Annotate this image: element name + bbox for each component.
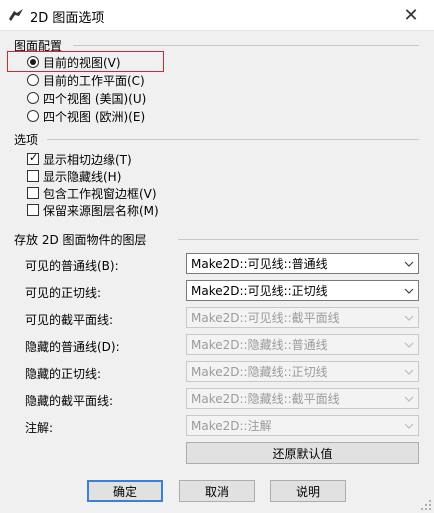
radio-current-cplane[interactable]: 目前的工作平面(C) <box>27 72 145 88</box>
rhino-app-icon <box>9 9 23 21</box>
chevron-down-icon <box>400 308 418 327</box>
chevron-down-icon <box>400 389 418 408</box>
close-button[interactable]: ✕ <box>388 0 434 30</box>
close-icon: ✕ <box>403 4 419 26</box>
dropdown-value: Make2D::可见线::普通线 <box>191 257 328 271</box>
hidden-tangent-line-layer-select: Make2D::隐藏线::正切线 <box>186 361 419 382</box>
checkbox-label: 保留来源图层名称(M) <box>43 203 159 218</box>
checkbox-box <box>27 204 39 216</box>
hidden-section-line-layer-select: Make2D::隐藏线::截平面线 <box>186 388 419 409</box>
radio-four-views-us[interactable]: 四个视图 (美国)(U) <box>27 90 146 106</box>
checkbox-label: 显示相切边缘(T) <box>43 152 132 167</box>
visible-normal-line-layer-select[interactable]: Make2D::可见线::普通线 <box>186 253 419 274</box>
check-icon: ✓ <box>29 151 39 164</box>
layer-row-label: 可见的正切线: <box>25 286 102 300</box>
dropdown-value: Make2D::注解 <box>191 419 272 433</box>
help-button[interactable]: 说明 <box>270 480 346 502</box>
title-bar: 2D 图面选项 ✕ <box>0 0 434 31</box>
options-group-divider <box>47 139 419 140</box>
radio-four-views-eu[interactable]: 四个视图 (欧洲)(E) <box>27 108 145 124</box>
dropdown-value: Make2D::可见线::正切线 <box>191 284 328 298</box>
layers-group-label: 存放 2D 图面物件的图层 <box>14 233 147 247</box>
radio-indicator <box>27 92 39 104</box>
check-show-tangent-edges[interactable]: ✓ 显示相切边缘(T) <box>27 151 132 167</box>
radio-label: 目前的视图(V) <box>43 55 121 70</box>
layout-group-divider <box>73 45 419 46</box>
dropdown-value: Make2D::隐藏线::截平面线 <box>191 392 340 406</box>
checkbox-box <box>27 187 39 199</box>
check-show-hidden-lines[interactable]: 显示隐藏线(H) <box>27 168 121 184</box>
layer-row-label: 注解: <box>25 421 54 435</box>
dropdown-value: Make2D::隐藏线::正切线 <box>191 365 328 379</box>
layer-row-label: 可见的截平面线: <box>25 313 114 327</box>
dropdown-value: Make2D::隐藏线::普通线 <box>191 338 328 352</box>
visible-section-line-layer-select: Make2D::可见线::截平面线 <box>186 307 419 328</box>
chevron-down-icon <box>400 416 418 435</box>
window-title: 2D 图面选项 <box>30 11 105 26</box>
chevron-down-icon <box>400 335 418 354</box>
radio-label: 四个视图 (美国)(U) <box>43 91 147 106</box>
cancel-button[interactable]: 取消 <box>179 480 255 502</box>
layer-row-label: 可见的普通线(B): <box>25 259 119 273</box>
check-include-viewport-border[interactable]: 包含工作视窗边框(V) <box>27 185 157 201</box>
annotation-layer-select: Make2D::注解 <box>186 415 419 436</box>
layer-row-label: 隐藏的正切线: <box>25 367 102 381</box>
radio-label: 目前的工作平面(C) <box>43 73 145 88</box>
dropdown-value: Make2D::可见线::截平面线 <box>191 311 340 325</box>
layer-row-label: 隐藏的普通线(D): <box>25 340 120 354</box>
layers-group-divider <box>178 239 419 240</box>
options-group-label: 选项 <box>14 133 39 147</box>
resize-grip-icon[interactable] <box>420 499 432 511</box>
restore-defaults-button[interactable]: 还原默认值 <box>186 442 419 464</box>
radio-current-view[interactable]: 目前的视图(V) <box>27 54 121 70</box>
chevron-down-icon <box>400 362 418 381</box>
radio-indicator <box>27 56 39 68</box>
radio-indicator <box>27 74 39 86</box>
check-keep-source-layer-names[interactable]: 保留来源图层名称(M) <box>27 202 159 218</box>
checkbox-label: 包含工作视窗边框(V) <box>43 186 157 201</box>
checkbox-box <box>27 170 39 182</box>
layer-row-label: 隐藏的截平面线: <box>25 394 114 408</box>
checkbox-box: ✓ <box>27 151 39 165</box>
chevron-down-icon <box>400 281 418 300</box>
ok-button[interactable]: 确定 <box>87 480 163 502</box>
hidden-normal-line-layer-select: Make2D::隐藏线::普通线 <box>186 334 419 355</box>
chevron-down-icon <box>400 254 418 273</box>
radio-label: 四个视图 (欧洲)(E) <box>43 109 146 124</box>
visible-tangent-line-layer-select[interactable]: Make2D::可见线::正切线 <box>186 280 419 301</box>
checkbox-label: 显示隐藏线(H) <box>43 169 122 184</box>
radio-indicator <box>27 110 39 122</box>
